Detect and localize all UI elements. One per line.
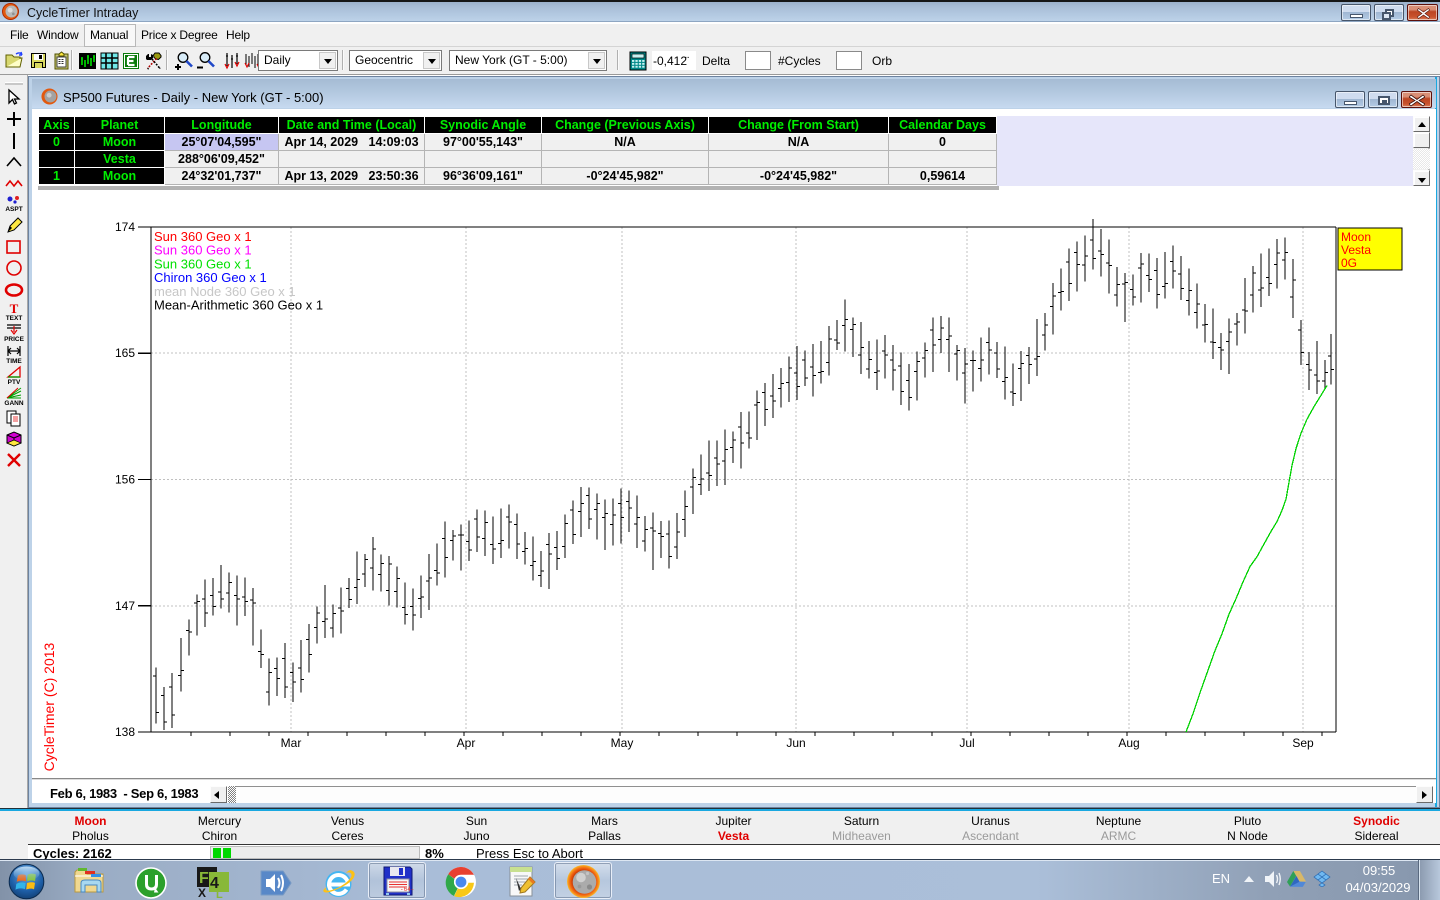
svg-text:147: 147 (115, 599, 135, 613)
svg-text:X: X (198, 886, 206, 899)
svg-text:Vesta: Vesta (1341, 243, 1371, 257)
svg-text:L: L (216, 889, 223, 899)
svg-text:PRICE: PRICE (4, 336, 24, 342)
svg-text:GANN: GANN (4, 400, 23, 406)
svg-text:Aug: Aug (1118, 736, 1139, 750)
svg-text:Moon: Moon (1341, 230, 1371, 244)
svg-text:May: May (611, 736, 634, 750)
svg-text:T: T (10, 301, 19, 316)
svg-text:138: 138 (115, 725, 135, 739)
svg-text:TIME: TIME (6, 358, 22, 364)
svg-text:ASPT: ASPT (5, 206, 22, 213)
svg-text:PTV: PTV (8, 379, 21, 385)
svg-text:Mar: Mar (281, 736, 302, 750)
svg-text:F: F (199, 870, 209, 887)
svg-text:Jul: Jul (959, 736, 974, 750)
svg-text:174: 174 (115, 220, 135, 234)
svg-text:CycleTimer (C) 2013: CycleTimer (C) 2013 (41, 642, 57, 771)
svg-text:Apr: Apr (457, 736, 476, 750)
svg-text:Jun: Jun (786, 736, 805, 750)
svg-text:Mean-Arithmetic 360 Geo x 1: Mean-Arithmetic 360 Geo x 1 (154, 298, 323, 313)
svg-text:156: 156 (115, 473, 135, 487)
svg-text:TEXT: TEXT (6, 315, 23, 321)
svg-text:165: 165 (115, 346, 135, 360)
svg-text:0G: 0G (1341, 256, 1357, 270)
svg-text:-64-: -64- (400, 886, 414, 893)
svg-text:Sep: Sep (1292, 736, 1314, 750)
